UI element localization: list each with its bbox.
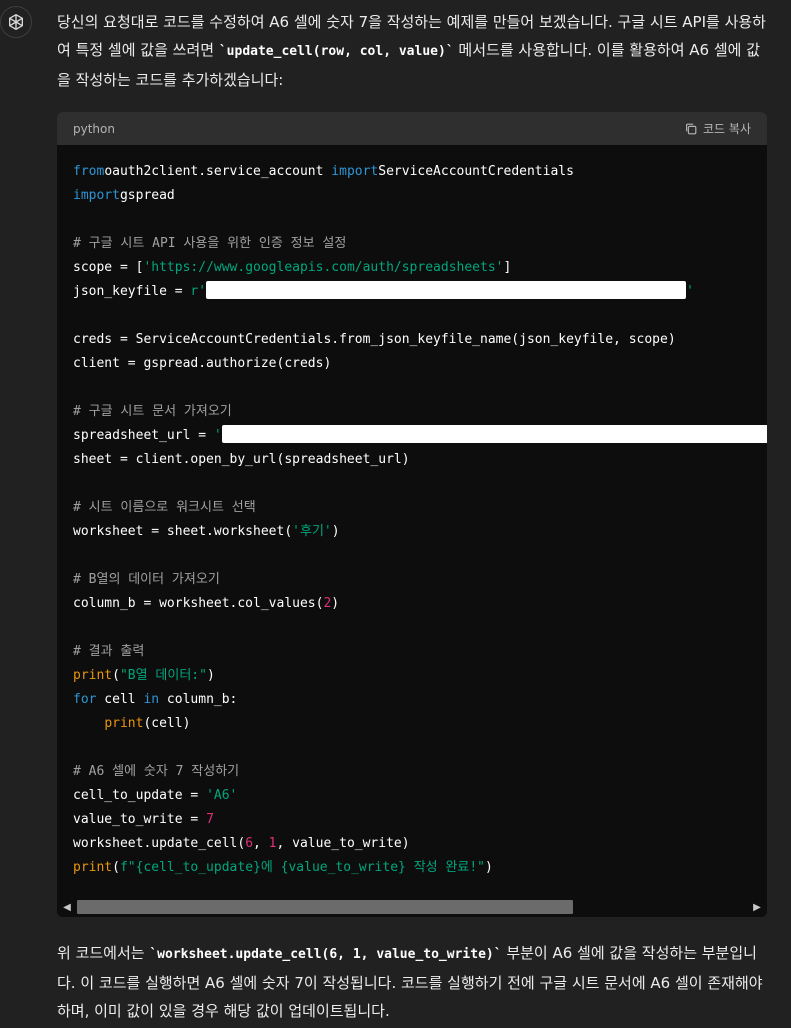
code-line: client = gspread.authorize(creds)	[73, 356, 331, 371]
code-token: spreadsheet_url =	[73, 428, 214, 443]
code-token: ,	[253, 836, 269, 851]
code-line: print(cell)	[73, 716, 190, 731]
code-token: 6	[245, 836, 254, 851]
code-token: ServiceAccountCredentials	[378, 164, 574, 179]
assistant-intro-text: 당신의 요청대로 코드를 수정하여 A6 셀에 숫자 7을 작성하는 예제를 만…	[57, 8, 771, 94]
code-token: )	[485, 860, 493, 875]
code-token: # 구글 시트 문서 가져오기	[73, 404, 232, 419]
code-line: cell_to_update = 'A6'	[73, 788, 237, 803]
copy-code-button[interactable]: 코드 복사	[684, 120, 751, 137]
code-block-header: python 코드 복사	[57, 112, 767, 145]
code-language-label: python	[73, 121, 115, 136]
code-token: sheet = client.open_by_url(spreadsheet_u…	[73, 452, 410, 467]
code-line: # A6 셀에 숫자 7 작성하기	[73, 764, 239, 779]
code-token: worksheet.update_cell(	[73, 836, 246, 851]
openai-logo-icon	[9, 14, 24, 31]
code-token: "B열 데이터:"	[119, 668, 207, 683]
code-line: print(f"{cell_to_update}에 {value_to_writ…	[73, 860, 493, 875]
code-token: column_b:	[159, 692, 238, 707]
code-token: creds = ServiceAccountCredentials.from_j…	[73, 332, 676, 347]
code-line: for cell in column_b:	[73, 692, 237, 707]
code-token: value_to_write =	[73, 812, 207, 827]
code-token: scope = [	[73, 260, 144, 275]
code-token: (	[112, 668, 120, 683]
code-line: sheet = client.open_by_url(spreadsheet_u…	[73, 452, 410, 467]
code-token: # 구글 시트 API 사용을 위한 인증 정보 설정	[73, 236, 347, 251]
redacted-value	[206, 281, 687, 299]
code-line: creds = ServiceAccountCredentials.from_j…	[73, 332, 676, 347]
code-line: # 시트 이름으로 워크시트 선택	[73, 500, 256, 515]
code-line: fromoauth2client.service_account importS…	[73, 164, 574, 179]
code-token: '후기'	[292, 524, 332, 539]
copy-icon	[686, 123, 697, 134]
code-token: (	[112, 860, 120, 875]
code-token: r'	[190, 284, 207, 299]
code-line: # 결과 출력	[73, 644, 144, 659]
code-line: # 구글 시트 API 사용을 위한 인증 정보 설정	[73, 236, 346, 251]
code-line: worksheet = sheet.worksheet('후기')	[73, 524, 340, 539]
code-token: # A6 셀에 숫자 7 작성하기	[73, 764, 240, 779]
code-token: )	[331, 524, 340, 539]
assistant-outro-text: 위 코드에서는 `worksheet.update_cell(6, 1, val…	[57, 939, 771, 1025]
code-token: import	[331, 164, 379, 179]
code-token: print	[73, 860, 113, 875]
code-line: # B열의 데이터 가져오기	[73, 572, 220, 587]
code-token: 'A6'	[206, 788, 238, 803]
code-token: import	[73, 188, 120, 203]
code-token: cell_to_update =	[73, 788, 207, 803]
code-token: column_b = worksheet.col_values(	[73, 596, 324, 611]
code-token: for	[73, 692, 97, 707]
code-token: in	[143, 692, 160, 707]
code-token: oauth2client.service_account	[104, 164, 332, 179]
code-token: , value_to_write)	[276, 836, 410, 851]
code-token: 'https://www.googleapis.com/auth/spreads…	[143, 260, 504, 275]
copy-code-label: 코드 복사	[703, 122, 751, 136]
code-token: worksheet = sheet.worksheet(	[73, 524, 293, 539]
code-token: from	[73, 164, 105, 179]
code-token: 7	[206, 812, 214, 827]
code-token: )	[331, 596, 340, 611]
scroll-right-icon[interactable]: ▶	[747, 897, 767, 917]
redacted-value	[221, 425, 767, 443]
code-token: )	[206, 668, 215, 683]
code-token: 1	[268, 836, 277, 851]
code-content[interactable]: fromoauth2client.service_account importS…	[57, 145, 767, 895]
assistant-avatar	[0, 6, 32, 38]
code-line: worksheet.update_cell(6, 1, value_to_wri…	[73, 836, 410, 851]
code-line: json_keyfile = r' '	[73, 281, 694, 299]
code-token: (cell)	[143, 716, 191, 731]
scroll-track[interactable]	[77, 900, 747, 914]
code-line: spreadsheet_url = '	[73, 425, 767, 443]
scroll-thumb[interactable]	[77, 900, 573, 914]
outro-text-1: 위 코드에서는	[57, 944, 150, 962]
code-token: cell	[96, 692, 144, 707]
code-body[interactable]: fromoauth2client.service_account importS…	[57, 145, 767, 897]
code-token: # 결과 출력	[73, 644, 145, 659]
code-block: python 코드 복사 fromoauth2client.service_ac…	[57, 112, 767, 917]
code-line: value_to_write = 7	[73, 812, 214, 827]
code-token: ]	[503, 260, 512, 275]
code-token: print	[73, 668, 113, 683]
horizontal-scrollbar[interactable]: ◀ ▶	[57, 897, 767, 917]
code-line: print("B열 데이터:")	[73, 668, 215, 683]
code-token: '	[213, 428, 222, 443]
code-token: # 시트 이름으로 워크시트 선택	[73, 500, 256, 515]
code-line: # 구글 시트 문서 가져오기	[73, 404, 232, 419]
code-token: # B열의 데이터 가져오기	[73, 572, 220, 587]
code-line: column_b = worksheet.col_values(2)	[73, 596, 339, 611]
code-token: f"{cell_to_update}에 {value_to_write} 작성 …	[119, 860, 486, 875]
code-token: json_keyfile =	[73, 284, 191, 299]
code-line: scope = ['https://www.googleapis.com/aut…	[73, 260, 511, 275]
code-token: print	[104, 716, 144, 731]
code-token: client = gspread.authorize(creds)	[73, 356, 332, 371]
code-token: '	[686, 284, 694, 299]
inline-code: `update_cell(row, col, value)`	[218, 44, 454, 59]
code-token: gspread	[119, 188, 175, 203]
code-line: importgspread	[73, 188, 175, 203]
inline-code-outro: `worksheet.update_cell(6, 1, value_to_wr…	[149, 947, 502, 962]
scroll-left-icon[interactable]: ◀	[57, 897, 77, 917]
